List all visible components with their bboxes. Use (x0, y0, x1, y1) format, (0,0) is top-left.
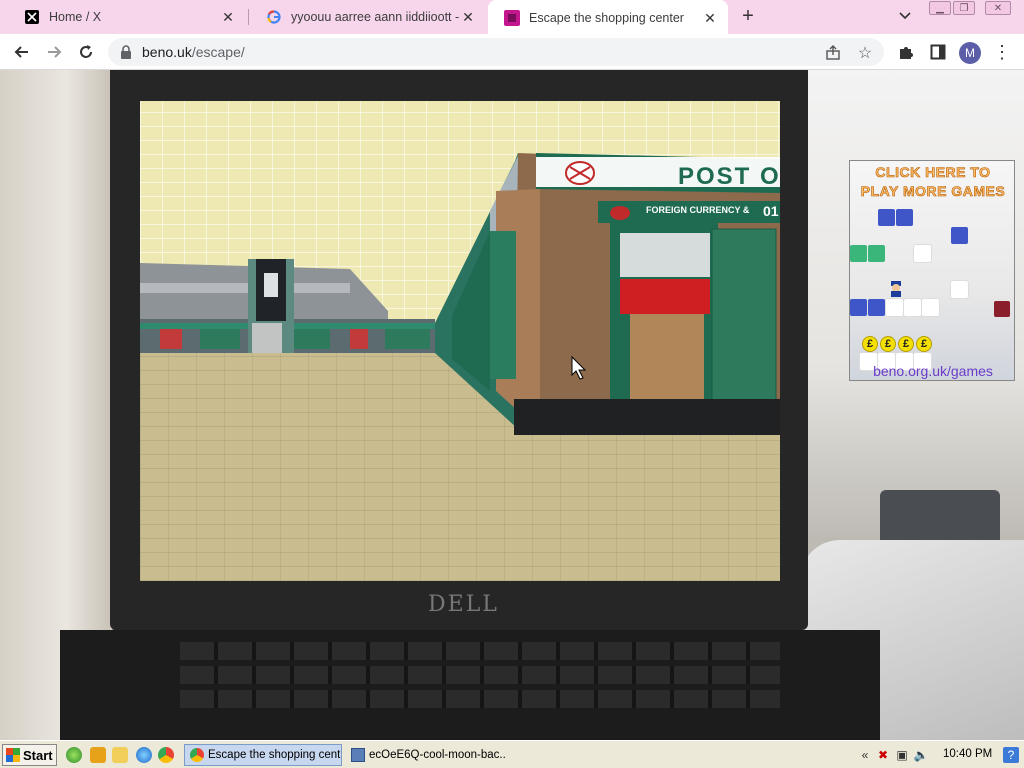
puzzle-block (878, 209, 895, 226)
puzzle-block (914, 245, 931, 262)
side-panel-icon[interactable] (926, 40, 950, 64)
tab-title: Home / X (49, 10, 102, 24)
tab-home-x[interactable]: Home / X ✕ (8, 0, 246, 34)
extensions-puzzle-icon[interactable] (894, 40, 918, 64)
google-icon (266, 9, 282, 25)
network-disconnected-icon[interactable]: ✖ (875, 747, 891, 763)
puzzle-block (904, 299, 921, 316)
puzzle-block (922, 299, 939, 316)
folder-icon[interactable] (112, 747, 128, 763)
shop-base-plinth (514, 399, 780, 435)
shop-shutter (490, 231, 516, 379)
chrome-icon (190, 748, 204, 762)
browser-menu-kebab-icon[interactable]: ⋮ (990, 40, 1014, 64)
pound-coin-icon: £ (916, 336, 932, 352)
game-favicon-icon (504, 10, 520, 26)
tab-google-search[interactable]: yyoouu aarree aann iiddiioott - G ✕ (250, 0, 486, 34)
tab-strip: Home / X ✕ yyoouu aarree aann iiddiioott… (0, 0, 1024, 36)
address-bar[interactable]: beno.uk/escape/ ☆ (108, 38, 884, 66)
taskbar-item-image[interactable]: ecOeE6Q-cool-moon-bac... (346, 744, 506, 766)
share-icon[interactable] (822, 42, 844, 64)
network-icon[interactable]: ▣ (894, 747, 910, 763)
chrome-update-icon[interactable] (66, 747, 82, 763)
windows-flag-icon (6, 748, 20, 762)
ad-headline: CLICK HERE TO PLAY MORE GAMES (850, 163, 1016, 201)
taskbar-item-label: Escape the shopping cent... (208, 749, 342, 761)
boarded-door (630, 314, 704, 400)
browser-toolbar: beno.uk/escape/ ☆ ⋮ (0, 34, 1024, 70)
puzzle-block (951, 227, 968, 244)
foreign-currency-sign: FOREIGN CURRENCY & (646, 205, 750, 215)
x-logo-icon (24, 9, 40, 25)
notification-icon[interactable]: ? (1003, 747, 1019, 763)
puzzle-block (868, 245, 885, 262)
media-player-icon[interactable] (90, 747, 106, 763)
profile-avatar[interactable]: M (959, 42, 981, 64)
tab-escape-shopping-center[interactable]: Escape the shopping center ✕ (488, 0, 728, 36)
ad-headline-line2: PLAY MORE GAMES (860, 183, 1006, 200)
currency-logo-icon (610, 206, 630, 220)
foreign-currency-number: 01 (763, 203, 779, 219)
tray-expand-button[interactable]: « (857, 747, 873, 763)
back-button[interactable] (10, 40, 34, 64)
taskbar-clock[interactable]: 10:40 PM (943, 748, 992, 760)
start-button[interactable]: Start (2, 744, 57, 766)
puzzle-block (896, 209, 913, 226)
puzzle-block (951, 281, 968, 298)
start-label: Start (23, 747, 53, 763)
post-office-sign: POST O (678, 163, 780, 190)
shop-window (620, 233, 710, 277)
reload-button[interactable] (74, 40, 98, 64)
laptop-keyboard (60, 630, 880, 740)
volume-icon[interactable]: 🔈 (913, 747, 929, 763)
pound-coin-icon: £ (862, 336, 878, 352)
pound-coin-icon: £ (898, 336, 914, 352)
chrome-icon[interactable] (158, 747, 174, 763)
ad-link[interactable]: beno.org.uk/games (850, 363, 1016, 379)
restore-window-button[interactable]: ❐ (953, 1, 975, 15)
taskbar-item-label: ecOeE6Q-cool-moon-bac... (369, 749, 506, 761)
image-viewer-icon (351, 748, 365, 762)
keyboard-row (180, 642, 780, 660)
minimize-window-button[interactable]: ▁ (929, 1, 951, 15)
close-window-button[interactable]: ✕ (985, 1, 1011, 15)
tab-search-chevron-icon[interactable] (896, 6, 914, 26)
enemy-robot-icon (994, 301, 1010, 317)
ad-headline-line1: CLICK HERE TO (875, 164, 991, 181)
url-path: /escape/ (191, 44, 245, 60)
laptop-brand-logo: DELL (428, 592, 499, 617)
new-tab-button[interactable]: + (736, 4, 760, 28)
puzzle-block (850, 245, 867, 262)
url-host: beno.uk (142, 44, 192, 60)
forward-button[interactable] (42, 40, 66, 64)
puzzle-block (886, 299, 903, 316)
puzzle-block (850, 299, 867, 316)
lock-icon (120, 45, 132, 59)
close-tab-icon[interactable]: ✕ (702, 10, 718, 26)
puzzle-block (868, 299, 885, 316)
keyboard-row (180, 690, 780, 708)
game-viewport[interactable]: POST O FOREIGN CURRENCY & 01 (140, 101, 780, 581)
litter-bin (252, 323, 282, 353)
more-games-ad[interactable]: CLICK HERE TO PLAY MORE GAMES £ £ £ £ be… (849, 160, 1015, 381)
bookmark-star-icon[interactable]: ☆ (854, 42, 876, 64)
close-tab-icon[interactable]: ✕ (220, 9, 236, 25)
internet-explorer-icon[interactable] (136, 747, 152, 763)
player-character-icon (887, 280, 905, 298)
close-tab-icon[interactable]: ✕ (460, 9, 476, 25)
keyboard-row (180, 666, 780, 684)
taskbar-item-escape[interactable]: Escape the shopping cent... (184, 744, 342, 766)
tab-divider (248, 9, 249, 25)
pound-coin-icon: £ (880, 336, 896, 352)
tab-title: Escape the shopping center (529, 11, 684, 25)
windows-taskbar: Start Escape the shopping cent... ecOeE6… (0, 740, 1024, 768)
tab-title: yyoouu aarree aann iiddiioott - G (291, 10, 460, 24)
